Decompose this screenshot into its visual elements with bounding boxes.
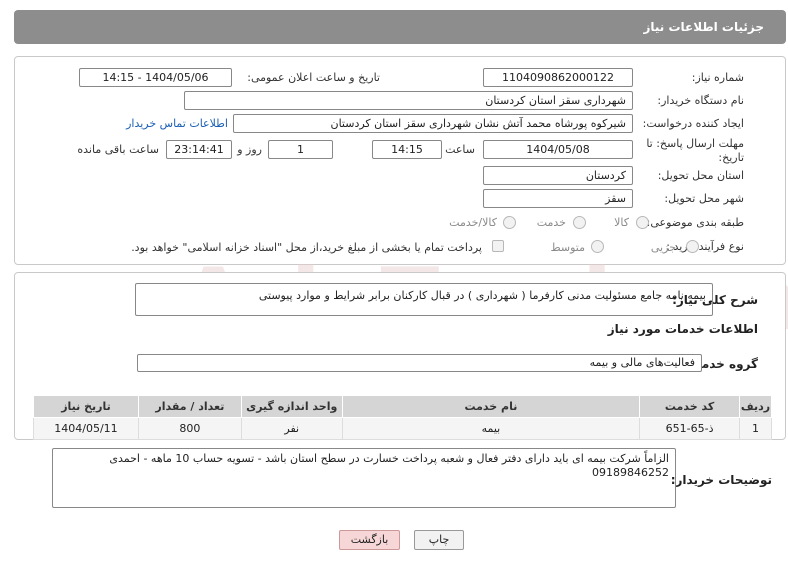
deadline-label-date: تاریخ:: [718, 151, 744, 164]
process-label: نوع فرآیند خرید :: [666, 240, 744, 253]
announce-label: تاریخ و ساعت اعلان عمومی:: [247, 71, 380, 84]
column-header-unit: واحد اندازه گیری: [240, 395, 343, 418]
buyer-notes-text: الزاماً شرکت بیمه ای باید دارای دفتر فعا…: [52, 448, 676, 508]
column-header-date: تاریخ نیاز: [33, 395, 139, 418]
province-field: کردستان: [483, 166, 633, 185]
time-label: ساعت: [445, 143, 475, 156]
service-group-field: فعالیت‌های مالی و بیمه: [137, 354, 702, 372]
cell-name: بیمه: [341, 417, 641, 440]
buyer-notes-label: توضیحات خریدار:: [670, 473, 772, 487]
page-title: جزئیات اطلاعات نیاز: [643, 20, 764, 34]
table-header-row: ردیف کد خدمت نام خدمت واحد اندازه گیری ت…: [33, 395, 772, 418]
column-header-index: ردیف: [739, 395, 772, 418]
city-label: شهر محل تحویل:: [664, 192, 744, 205]
category-goods-label: کالا: [614, 216, 629, 229]
column-header-name: نام خدمت: [341, 395, 641, 418]
process-minor-label: جزیی: [650, 241, 676, 254]
cell-qty: 800: [137, 417, 242, 440]
buyer-org-label: نام دستگاه خریدار:: [657, 94, 744, 107]
buyer-contact-link[interactable]: اطلاعات تماس خریدار: [126, 117, 228, 130]
category-service-radio[interactable]: [573, 216, 586, 229]
cell-index: 1: [739, 417, 772, 440]
cell-date: 1404/05/11: [33, 417, 139, 440]
days-field: 1: [268, 140, 333, 159]
deadline-date-field: 1404/05/08: [483, 140, 633, 159]
services-table: ردیف کد خدمت نام خدمت واحد اندازه گیری ت…: [33, 395, 772, 440]
city-field: سقز: [483, 189, 633, 208]
remaining-label: ساعت باقی مانده: [77, 143, 159, 156]
category-label: طبقه بندی موضوعی:: [646, 216, 744, 229]
category-goods-service-label: کالا/خدمت: [449, 216, 497, 229]
cell-code: ذ-65-651: [639, 417, 741, 440]
province-label: استان محل تحویل:: [657, 169, 744, 182]
category-goods-service-radio[interactable]: [503, 216, 516, 229]
days-label: روز و: [237, 143, 262, 156]
description-text: بیمه نامه جامع مسئولیت مدنی کارفرما ( شه…: [135, 283, 713, 316]
need-number-field: 1104090862000122: [483, 68, 633, 87]
process-medium-radio[interactable]: [591, 240, 604, 253]
need-number-label: شماره نیاز:: [691, 71, 744, 84]
header-bar: جزئیات اطلاعات نیاز: [14, 10, 786, 44]
creator-field: شیرکوه پورشاه محمد آتش نشان شهرداری سقز …: [233, 114, 633, 133]
column-header-qty: تعداد / مقدار: [137, 395, 242, 418]
deadline-time-field: 14:15: [372, 140, 442, 159]
remaining-time-field: 23:14:41: [166, 140, 232, 159]
creator-label: ایجاد کننده درخواست:: [642, 117, 744, 130]
treasury-payment-checkbox[interactable]: [492, 240, 504, 252]
process-minor-radio[interactable]: [686, 240, 699, 253]
buyer-org-field: شهرداری سقز استان کردستان: [184, 91, 633, 110]
back-button[interactable]: بازگشت: [339, 530, 400, 550]
print-button[interactable]: چاپ: [414, 530, 464, 550]
category-service-label: خدمت: [536, 216, 566, 229]
deadline-label: مهلت ارسال پاسخ: تا: [646, 137, 744, 150]
category-goods-radio[interactable]: [636, 216, 649, 229]
services-section-title: اطلاعات خدمات مورد نیاز: [607, 322, 758, 336]
announce-field: 1404/05/06 - 14:15: [79, 68, 232, 87]
need-info-panel: [14, 56, 786, 265]
cell-unit: نفر: [240, 417, 343, 440]
table-row[interactable]: 1 ذ-65-651 بیمه نفر 800 1404/05/11: [33, 417, 772, 440]
process-medium-label: متوسط: [550, 241, 585, 254]
column-header-code: کد خدمت: [639, 395, 741, 418]
payment-note: پرداخت تمام یا بخشی از مبلغ خرید،از محل …: [131, 241, 482, 254]
